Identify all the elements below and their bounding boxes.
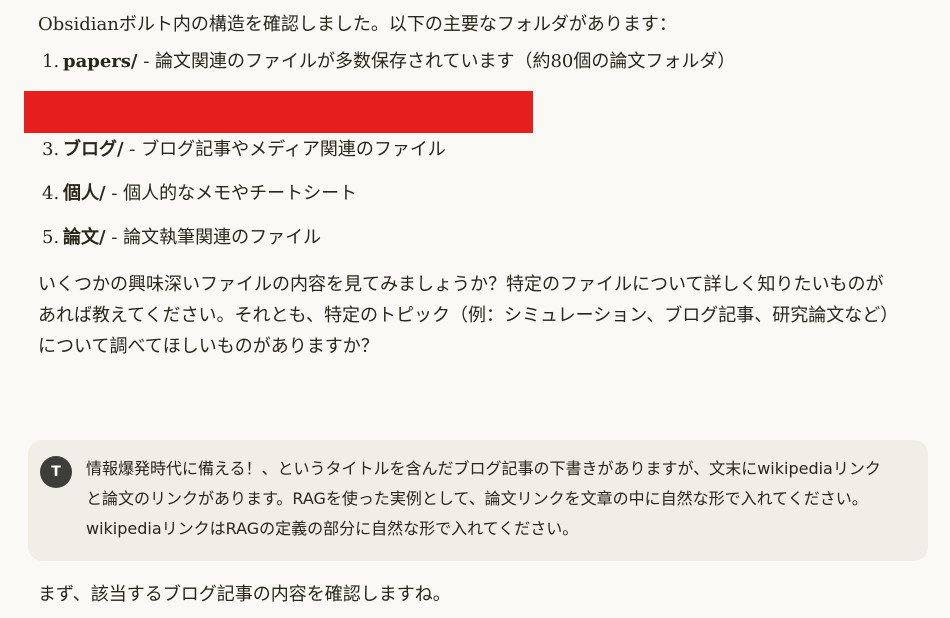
folder-name: 論文/: [63, 227, 106, 248]
folder-number: 5.: [42, 227, 60, 248]
folder-number: 3.: [42, 139, 60, 160]
folder-list: 1. papers/ - 論文関連のファイルが多数保存されています（約80個の論文…: [24, 47, 908, 267]
folder-item-personal: 4. 個人/ - 個人的なメモやチートシート: [38, 179, 908, 223]
folder-description: - ブログ記事やメディア関連のファイル: [123, 139, 446, 160]
assistant-message: Obsidianボルト内の構造を確認しました。以下の主要なフォルダがあります： …: [24, 10, 908, 362]
user-message-text: 情報爆発時代に備える！、というタイトルを含んだブログ記事の下書きがありますが、文…: [86, 459, 881, 538]
folder-item-blog: 3. ブログ/ - ブログ記事やメディア関連のファイル: [38, 135, 908, 179]
folder-description: - 論文関連のファイルが多数保存されています（約80個の論文フォルダ）: [137, 51, 736, 72]
folder-description: - 論文執筆関連のファイル: [105, 227, 322, 248]
folder-name: papers/: [63, 51, 138, 72]
folder-item-papers: 1. papers/ - 論文関連のファイルが多数保存されています（約80個の論文…: [38, 47, 908, 91]
folder-description: - 個人的なメモやチートシート: [105, 183, 358, 204]
user-message-bubble: T 情報爆発時代に備える！、というタイトルを含んだブログ記事の下書きがありますが…: [28, 440, 928, 561]
folder-item-thesis: 5. 論文/ - 論文執筆関連のファイル: [38, 223, 908, 267]
assistant-question: いくつかの興味深いファイルの内容を見てみましょうか？特定のファイルについて詳しく…: [38, 274, 890, 357]
folder-name: ブログ/: [63, 139, 124, 160]
folder-name: 個人/: [63, 183, 106, 204]
folder-number: 4.: [42, 183, 60, 204]
redaction-block: [24, 91, 533, 133]
assistant-followup: まず、該当するブログ記事の内容を確認しますね。: [38, 584, 451, 605]
user-avatar: T: [40, 456, 72, 488]
assistant-intro: Obsidianボルト内の構造を確認しました。以下の主要なフォルダがあります：: [38, 14, 677, 35]
folder-number: 1.: [42, 51, 60, 72]
folder-item-redacted: [24, 91, 908, 135]
